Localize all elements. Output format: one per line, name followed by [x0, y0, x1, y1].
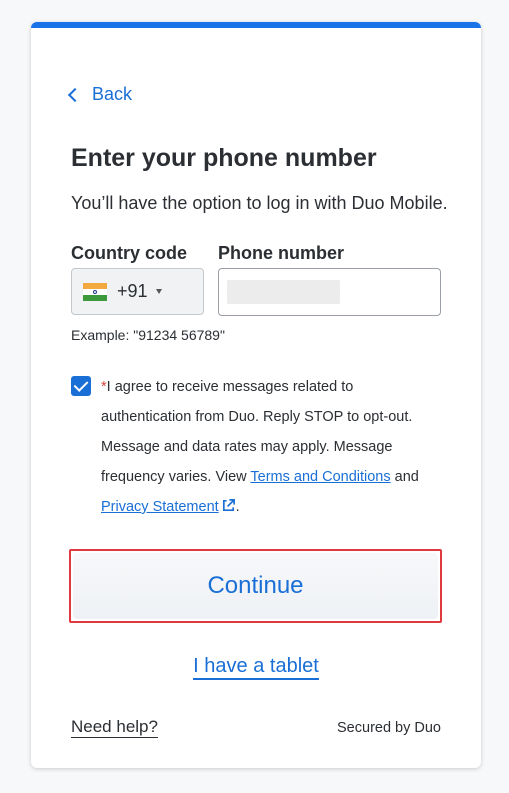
back-link[interactable]: Back	[67, 84, 133, 105]
phone-example: Example: "91234 56789"	[71, 327, 225, 343]
consent-text-part-2: and	[390, 469, 419, 485]
external-link-icon	[222, 499, 235, 512]
india-flag-icon	[83, 282, 107, 301]
back-label: Back	[92, 84, 133, 104]
phone-number-input[interactable]	[218, 268, 441, 316]
tablet-link-row: I have a tablet	[31, 655, 481, 680]
terms-link[interactable]: Terms and Conditions	[250, 469, 390, 485]
chevron-left-icon	[67, 87, 83, 103]
phone-number-label: Phone number	[218, 243, 345, 263]
consent-checkbox[interactable]	[71, 376, 91, 396]
caret-down-icon	[155, 289, 162, 294]
page-subtitle: You’ll have the option to log in with Du…	[71, 193, 448, 213]
country-dial-code: +91	[117, 281, 148, 301]
continue-label: Continue	[73, 553, 438, 619]
country-code-select[interactable]: +91	[71, 268, 204, 315]
tablet-link[interactable]: I have a tablet	[193, 655, 319, 680]
checkmark-icon	[73, 377, 89, 392]
continue-button[interactable]: Continue	[69, 549, 442, 623]
need-help-link[interactable]: Need help?	[71, 717, 158, 738]
consent-text: *I agree to receive messages related to …	[101, 372, 446, 522]
country-code-label: Country code	[71, 243, 188, 263]
login-card: Back Enter your phone number You’ll have…	[31, 22, 481, 768]
consent-text-part-3: .	[235, 499, 240, 515]
page-title: Enter your phone number	[71, 144, 377, 172]
secured-by-label: Secured by Duo	[337, 720, 441, 736]
privacy-link[interactable]: Privacy Statement	[101, 499, 219, 515]
